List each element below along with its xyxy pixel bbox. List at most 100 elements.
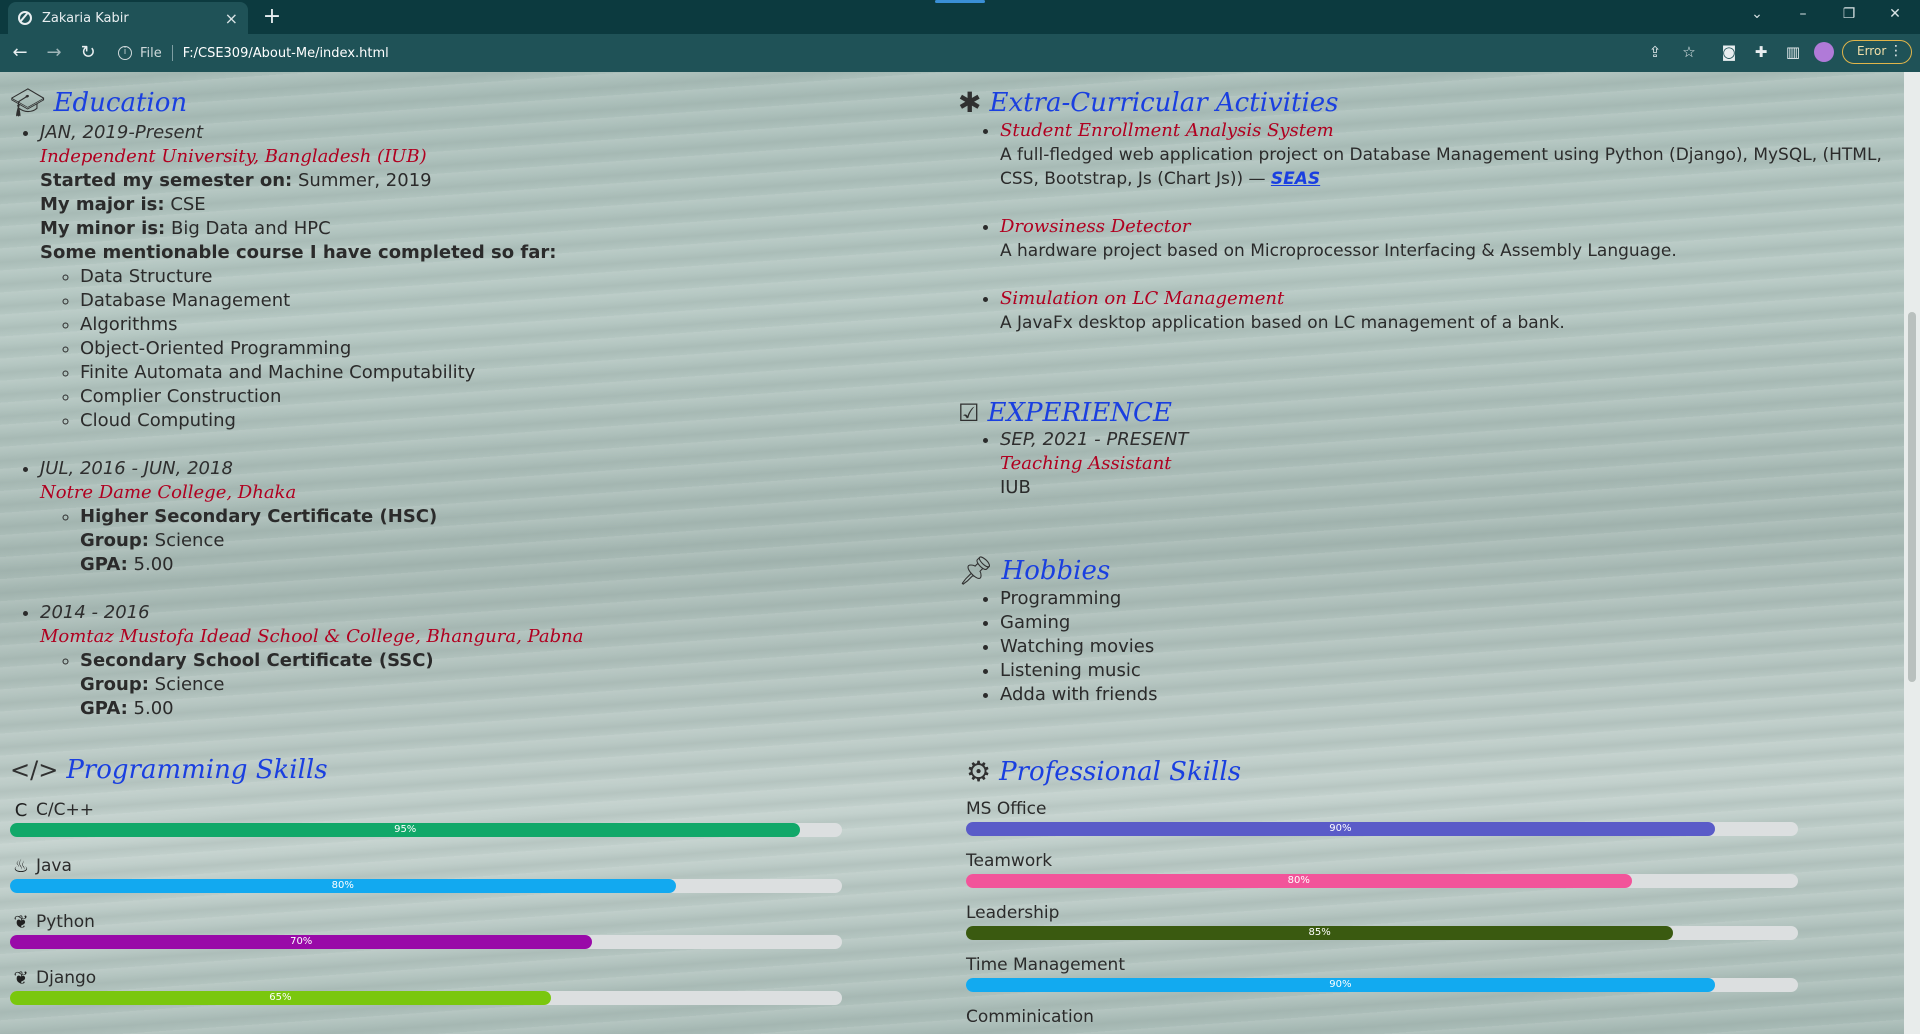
course-item: Algorithms <box>80 313 830 337</box>
back-button[interactable]: ← <box>6 39 34 67</box>
skill-name: Teamwork <box>966 851 1053 871</box>
course-list: Data Structure Database Management Algor… <box>40 265 830 433</box>
divider <box>171 45 173 61</box>
activity-title: Student Enrollment Analysis System <box>1000 120 1334 141</box>
skill-label: ❦ Python <box>10 909 842 935</box>
skill-row: C C/C++ 95% <box>10 797 842 837</box>
activity-list: Student Enrollment Analysis System A ful… <box>958 119 1888 335</box>
skill-label: Comminication <box>966 1004 1798 1030</box>
major-label: My major is: <box>40 194 165 215</box>
skill-label: MS Office <box>966 796 1798 822</box>
scrollbar-thumb[interactable] <box>1908 312 1916 682</box>
gpa-label: GPA: <box>80 698 128 719</box>
vertical-scrollbar[interactable] <box>1904 72 1920 1034</box>
hobbies-heading: 📌︎ Hobbies <box>958 554 1111 587</box>
skill-bar-fill: 65% <box>10 991 551 1005</box>
courses-label: Some mentionable course I have completed… <box>40 242 557 263</box>
group-label: Group: <box>80 674 149 695</box>
skill-label: Teamwork <box>966 848 1798 874</box>
python-icon: ❦ <box>13 911 29 933</box>
skill-name: Time Management <box>966 955 1125 975</box>
bookmark-star-icon[interactable]: ☆ <box>1678 41 1700 63</box>
minimize-button[interactable]: – <box>1780 0 1826 30</box>
close-window-button[interactable]: ✕ <box>1872 0 1918 30</box>
minor-value: Big Data and HPC <box>170 218 331 239</box>
share-icon[interactable]: ⇪ <box>1644 41 1666 63</box>
entry-date: 2014 - 2016 <box>40 602 150 623</box>
skill-name: Leadership <box>966 903 1060 923</box>
address-bar[interactable]: i File F:/CSE309/About-Me/index.html <box>110 38 1830 68</box>
course-item: Cloud Computing <box>80 409 830 433</box>
tab-strip: Zakaria Kabir × + ⌄ – ❐ ✕ <box>0 0 1920 34</box>
code-icon: </> <box>10 756 59 784</box>
skill-row: MS Office 90% <box>966 796 1798 836</box>
asterisk-icon: ✱ <box>958 86 982 119</box>
python-icon: ❦ <box>13 967 29 989</box>
skill-bar-track: 85% <box>966 926 1798 940</box>
extensions-puzzle-icon[interactable]: ✚ <box>1750 41 1772 63</box>
course-item: Finite Automata and Machine Computabilit… <box>80 361 830 385</box>
course-item: Complier Construction <box>80 385 830 409</box>
forward-button[interactable]: → <box>40 39 68 67</box>
activity-item: Student Enrollment Analysis System A ful… <box>1000 119 1888 191</box>
new-tab-button[interactable]: + <box>258 4 286 32</box>
profile-avatar[interactable] <box>1814 42 1834 62</box>
tab-close-button[interactable]: × <box>225 9 238 28</box>
skill-bar-track: 70% <box>10 935 842 949</box>
major-value: CSE <box>170 194 206 215</box>
professional-skills-heading: ⚙ Professional Skills <box>966 755 1242 788</box>
skill-bar-track: 65% <box>10 991 842 1005</box>
restore-button[interactable]: ❐ <box>1826 0 1872 30</box>
activity-description: A full-fledged web application project o… <box>1000 145 1882 189</box>
extracurricular-section: ✱ Extra-Curricular Activities Student En… <box>958 86 1888 335</box>
group-value: Science <box>154 530 225 551</box>
certificate-item: Secondary School Certificate (SSC) Group… <box>80 649 830 721</box>
side-panel-icon[interactable]: ▥ <box>1782 41 1804 63</box>
error-button[interactable]: Error <box>1842 40 1912 64</box>
education-entry: JUL, 2016 - JUN, 2018 Notre Dame College… <box>40 457 830 577</box>
gpa-label: GPA: <box>80 554 128 575</box>
skill-bar-track: 80% <box>10 879 842 893</box>
hobby-item: Watching movies <box>1000 635 1888 659</box>
activity-item: Simulation on LC Management A JavaFx des… <box>1000 287 1888 335</box>
gpa-value: 5.00 <box>133 698 174 719</box>
course-item: Database Management <box>80 289 830 313</box>
hobby-list: Programming Gaming Watching movies Liste… <box>958 587 1888 707</box>
hobbies-section: 📌︎ Hobbies Programming Gaming Watching m… <box>958 554 1888 707</box>
site-info-icon[interactable]: i <box>118 46 132 60</box>
screenshot-icon[interactable]: ◙ <box>1718 41 1740 63</box>
activity-title: Simulation on LC Management <box>1000 288 1285 309</box>
reload-button[interactable]: ↻ <box>74 39 102 67</box>
gpa-value: 5.00 <box>133 554 174 575</box>
skill-row: ❦ Python 70% <box>10 909 842 949</box>
seas-link[interactable]: SEAS <box>1271 169 1320 189</box>
education-heading: 🎓︎ Education <box>10 86 188 119</box>
skill-name: C/C++ <box>36 800 94 820</box>
institution-name: Notre Dame College, Dhaka <box>40 482 297 503</box>
skill-name: Django <box>36 968 97 988</box>
skill-name: MS Office <box>966 799 1047 819</box>
browser-tab[interactable]: Zakaria Kabir × <box>8 2 248 34</box>
activity-description: A hardware project based on Microprocess… <box>1000 241 1677 261</box>
extracurricular-heading: ✱ Extra-Curricular Activities <box>958 86 1339 119</box>
gear-icon: ⚙ <box>966 755 992 788</box>
pushpin-icon: 📌︎ <box>958 554 994 587</box>
hobby-item: Adda with friends <box>1000 683 1888 707</box>
programming-skills-section: </> Programming Skills C C/C++ 95% ♨ Java 80%… <box>10 755 860 1005</box>
experience-role: Teaching Assistant <box>1000 453 1172 474</box>
education-entry: JAN, 2019-Present Independent University… <box>40 121 830 433</box>
group-value: Science <box>154 674 225 695</box>
page-content: 🎓︎ Education JAN, 2019-Present Independe… <box>0 72 1904 1034</box>
java-icon: ♨ <box>12 855 30 877</box>
skill-bar-fill: 90% <box>966 822 1715 836</box>
experience-list: SEP, 2021 - PRESENT Teaching Assistant I… <box>958 428 1888 500</box>
skill-bar-track: 95% <box>10 823 842 837</box>
url-text[interactable]: F:/CSE309/About-Me/index.html <box>183 46 389 61</box>
professional-skills-section: ⚙ Professional Skills MS Office 90% Teamwo… <box>966 755 1866 1027</box>
institution-name: Independent University, Bangladesh (IUB) <box>40 146 427 167</box>
skill-bar-fill: 95% <box>10 823 801 837</box>
activity-title: Drowsiness Detector <box>1000 216 1191 237</box>
tab-search-icon[interactable]: ⌄ <box>1734 0 1780 30</box>
course-item: Data Structure <box>80 265 830 289</box>
skill-bar-track: 90% <box>966 978 1798 992</box>
